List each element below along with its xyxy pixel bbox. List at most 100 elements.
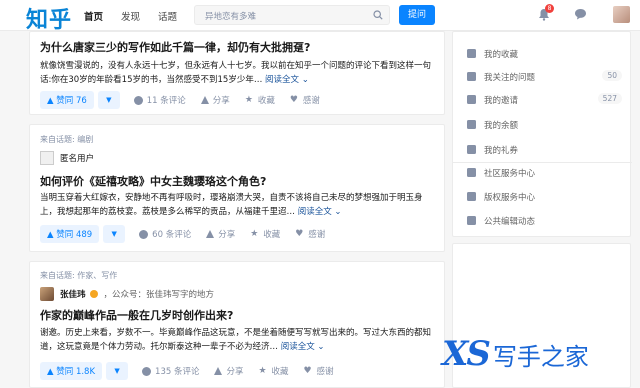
read-more-link[interactable]: 阅读全文 ⌄ bbox=[298, 207, 342, 217]
heart-icon: ♥ bbox=[289, 94, 298, 105]
feed-card: 为什么唐家三少的写作如此千篇一律，却仍有大批拥趸? 就像饶雪漫说的，没有人永远十… bbox=[29, 31, 445, 115]
comment-button[interactable]: 60 条评论 bbox=[139, 228, 191, 240]
question-title[interactable]: 如何评价《延禧攻略》中女主魏璎珞这个角色? bbox=[40, 173, 266, 189]
sidebar-item-balance[interactable]: 我的余额 bbox=[453, 113, 632, 136]
topic-source[interactable]: 来自话题: 编剧 bbox=[40, 134, 93, 145]
comment-count: 135 条评论 bbox=[155, 367, 200, 377]
collect-button[interactable]: ★ 收藏 bbox=[245, 94, 275, 106]
action-bar: ▲ 赞同 1.8K ▼ 135 条评论 分享 ★ 收藏 ♥ 感谢 bbox=[40, 362, 349, 380]
watermark-logo: XS 写手之家 bbox=[442, 334, 589, 374]
upvote-button[interactable]: ▲ 赞同 1.8K bbox=[40, 362, 103, 380]
zhihu-logo[interactable]: 知乎 bbox=[26, 2, 72, 34]
share-button[interactable]: 分享 bbox=[200, 94, 230, 106]
downvote-button[interactable]: ▼ bbox=[103, 225, 126, 243]
upvote-button[interactable]: ▲ 赞同 76 bbox=[40, 91, 94, 109]
comment-button[interactable]: 135 条评论 bbox=[142, 365, 199, 377]
search-placeholder: 异地恋有多难 bbox=[205, 12, 257, 22]
author-info: 匿名用户 bbox=[40, 151, 94, 165]
coupon-icon bbox=[467, 145, 476, 154]
downvote-button[interactable]: ▼ bbox=[97, 91, 120, 109]
author-name[interactable]: 张佳玮 bbox=[60, 288, 86, 300]
heart-icon: ♥ bbox=[303, 365, 312, 376]
notification-badge: 8 bbox=[545, 4, 554, 13]
star-icon: ★ bbox=[258, 365, 267, 376]
comment-count: 60 条评论 bbox=[152, 230, 192, 240]
share-label: 分享 bbox=[212, 96, 230, 106]
sidebar-item-followed-questions[interactable]: 我关注的问题 50 bbox=[453, 65, 632, 88]
thanks-button[interactable]: ♥ 感谢 bbox=[295, 228, 325, 240]
comment-button[interactable]: 11 条评论 bbox=[133, 94, 186, 106]
share-icon bbox=[200, 96, 209, 104]
share-button[interactable]: 分享 bbox=[206, 228, 235, 240]
sidebar-item-invitations[interactable]: 我的邀请 527 bbox=[453, 88, 632, 111]
excerpt-text: 就像饶雪漫说的，没有人永远十七岁，但永远有人十七岁。我以前在知乎一个问题的评论下… bbox=[40, 61, 432, 85]
collect-label: 收藏 bbox=[263, 230, 281, 240]
read-more-link[interactable]: 阅读全文 ⌄ bbox=[265, 75, 309, 85]
feed-card: 来自话题: 编剧 匿名用户 如何评价《延禧攻略》中女主魏璎珞这个角色? 当明玉穿… bbox=[29, 124, 445, 252]
nav-home[interactable]: 首页 bbox=[84, 9, 103, 23]
sidebar-item-label: 社区服务中心 bbox=[484, 168, 536, 179]
sidebar-item-collections[interactable]: 我的收藏 bbox=[453, 42, 632, 65]
author-avatar[interactable] bbox=[40, 287, 54, 301]
thanks-label: 感谢 bbox=[302, 96, 320, 106]
sidebar-item-public-edits[interactable]: 公共编辑动态 bbox=[453, 209, 632, 232]
feed-card: 来自话题: 作家、写作 张佳玮 ，公众号：张佳玮写字的地方 作家的巅峰作品一般在… bbox=[29, 261, 445, 388]
nav-topics[interactable]: 话题 bbox=[158, 9, 177, 23]
count-badge: 527 bbox=[597, 93, 622, 104]
sidebar-item-label: 我的礼券 bbox=[484, 145, 519, 156]
answer-excerpt[interactable]: 当明玉穿着大红嫁衣，安静地不再有呼吸时，璎珞崩溃大哭，自责不该将自己未尽的梦想强… bbox=[40, 191, 436, 219]
answer-excerpt[interactable]: 就像饶雪漫说的，没有人永远十七岁，但永远有人十七岁。我以前在知乎一个问题的评论下… bbox=[40, 59, 436, 87]
share-label: 分享 bbox=[218, 230, 236, 240]
downvote-button[interactable]: ▼ bbox=[106, 362, 129, 380]
collect-label: 收藏 bbox=[271, 367, 289, 377]
question-title[interactable]: 为什么唐家三少的写作如此千篇一律，却仍有大批拥趸? bbox=[40, 39, 310, 55]
collect-label: 收藏 bbox=[257, 96, 275, 106]
ask-question-button[interactable]: 提问 bbox=[399, 5, 435, 25]
share-button[interactable]: 分享 bbox=[214, 365, 244, 377]
sidebar-item-coupons[interactable]: 我的礼券 bbox=[453, 138, 632, 161]
comment-count: 11 条评论 bbox=[146, 96, 186, 106]
watermark-xs: XS bbox=[442, 334, 491, 374]
share-icon bbox=[214, 367, 223, 375]
question-title[interactable]: 作家的巅峰作品一般在几岁时创作出来? bbox=[40, 307, 233, 323]
user-avatar[interactable] bbox=[613, 6, 630, 23]
collect-button[interactable]: ★ 收藏 bbox=[250, 228, 280, 240]
read-more-link[interactable]: 阅读全文 ⌄ bbox=[281, 342, 325, 352]
sidebar-item-label: 版权服务中心 bbox=[484, 192, 536, 203]
sidebar-item-community-center[interactable]: 社区服务中心 bbox=[453, 161, 632, 184]
watermark-text: 写手之家 bbox=[492, 342, 589, 371]
sidebar-item-label: 我的余额 bbox=[484, 120, 519, 131]
user-plus-icon bbox=[467, 95, 476, 104]
author-name: 匿名用户 bbox=[60, 154, 95, 164]
nav-discover[interactable]: 发现 bbox=[121, 9, 140, 23]
action-bar: ▲ 赞同 76 ▼ 11 条评论 分享 ★ 收藏 ♥ 感谢 bbox=[40, 91, 335, 109]
thanks-button[interactable]: ♥ 感谢 bbox=[290, 94, 320, 106]
star-icon bbox=[467, 49, 476, 58]
thanks-button[interactable]: ♥ 感谢 bbox=[304, 365, 334, 377]
upvote-button[interactable]: ▲ 赞同 489 bbox=[40, 225, 100, 243]
topic-source[interactable]: 来自话题: 作家、写作 bbox=[40, 270, 117, 281]
thanks-label: 感谢 bbox=[316, 367, 334, 377]
sidebar-item-label: 我关注的问题 bbox=[484, 72, 536, 83]
comment-icon bbox=[142, 366, 152, 376]
collect-button[interactable]: ★ 收藏 bbox=[259, 365, 289, 377]
question-icon bbox=[467, 72, 476, 81]
main-nav: 首页 发现 话题 bbox=[84, 9, 177, 23]
message-icon[interactable] bbox=[574, 8, 587, 20]
star-icon: ★ bbox=[244, 94, 253, 105]
author-info: 张佳玮 ，公众号：张佳玮写字的地方 bbox=[40, 287, 214, 301]
sidebar-item-copyright-center[interactable]: 版权服务中心 bbox=[453, 185, 632, 208]
sidebar-item-label: 我的邀请 bbox=[484, 95, 519, 106]
edit-icon bbox=[467, 216, 476, 225]
answer-excerpt[interactable]: 谢邀。历史上来看，岁数不一。毕竟巅峰作品这玩意，不是坐着随便写写就写出来的。写过… bbox=[40, 326, 436, 354]
heart-icon: ♥ bbox=[295, 228, 304, 239]
shield-icon bbox=[467, 168, 476, 177]
search-input[interactable]: 异地恋有多难 bbox=[194, 5, 390, 25]
share-label: 分享 bbox=[226, 367, 244, 377]
search-icon[interactable] bbox=[373, 10, 383, 20]
sidebar-item-label: 我的收藏 bbox=[484, 49, 519, 60]
wallet-icon bbox=[467, 120, 476, 129]
top-header: 知乎 首页 发现 话题 异地恋有多难 提问 8 bbox=[0, 0, 640, 34]
comment-icon bbox=[139, 229, 149, 239]
action-bar: ▲ 赞同 489 ▼ 60 条评论 分享 ★ 收藏 ♥ 感谢 bbox=[40, 225, 340, 243]
